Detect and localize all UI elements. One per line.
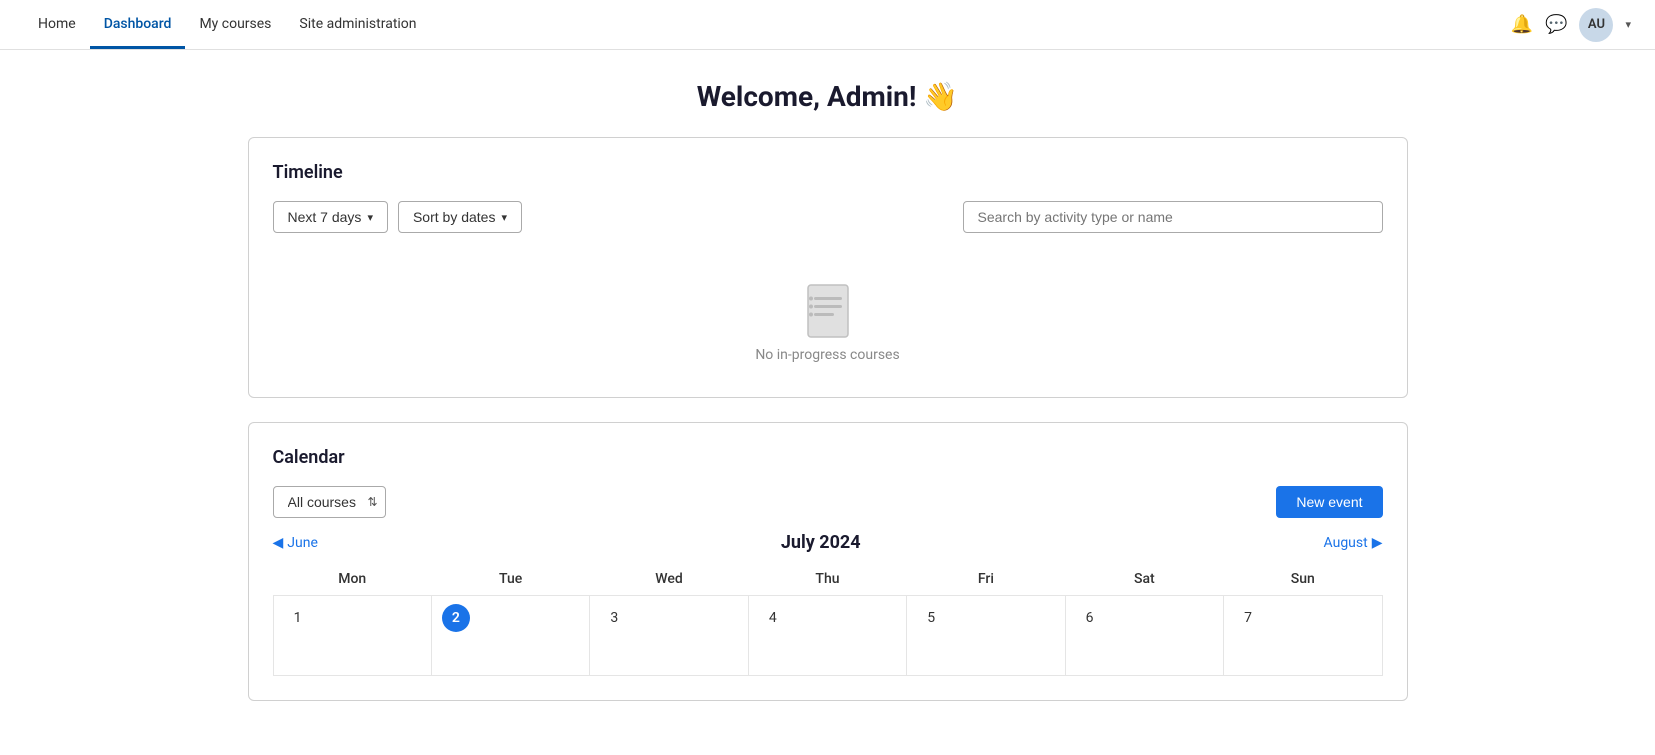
nav-right: 🔔 💬 AU ▾ (1511, 8, 1631, 42)
cal-day-header: Mon (273, 563, 431, 596)
cal-day-header: Fri (907, 563, 1065, 596)
main-content: Welcome, Admin! 👋 Timeline Next 7 days ▾… (228, 50, 1428, 755)
no-courses-area: No in-progress courses (273, 253, 1383, 373)
day-number: 4 (759, 604, 787, 632)
new-event-button[interactable]: New event (1276, 486, 1382, 518)
avatar[interactable]: AU (1579, 8, 1613, 42)
calendar-nav: ◀ June July 2024 August ▶ (273, 532, 1383, 553)
filter-sort-label: Sort by dates (413, 209, 496, 225)
no-courses-text: No in-progress courses (755, 347, 899, 363)
next-arrow-icon: ▶ (1372, 535, 1383, 551)
filter-days-label: Next 7 days (288, 209, 362, 225)
calendar-day-cell[interactable]: 1 (273, 596, 431, 676)
calendar-title: Calendar (273, 447, 1383, 468)
cal-courses-select[interactable]: All courses (273, 486, 386, 518)
calendar-day-cell[interactable]: 2 (431, 596, 589, 676)
nav-home[interactable]: Home (24, 2, 90, 49)
timeline-search-input[interactable] (963, 201, 1383, 233)
next-month-link[interactable]: August ▶ (1324, 535, 1383, 551)
filter-days-button[interactable]: Next 7 days ▾ (273, 201, 388, 233)
day-number: 2 (442, 604, 470, 632)
timeline-title: Timeline (273, 162, 1383, 183)
prev-month-label: June (287, 535, 318, 551)
cal-day-header: Sat (1065, 563, 1223, 596)
filter-days-caret-icon: ▾ (367, 211, 373, 224)
filter-sort-button[interactable]: Sort by dates ▾ (398, 201, 522, 233)
current-month-label: July 2024 (318, 532, 1324, 553)
prev-month-link[interactable]: ◀ June (273, 535, 318, 551)
cal-day-header: Sun (1224, 563, 1382, 596)
day-number: 7 (1234, 604, 1262, 632)
calendar-header-row: MonTueWedThuFriSatSun (273, 563, 1382, 596)
calendar-day-cell[interactable]: 4 (748, 596, 906, 676)
calendar-panel: Calendar All courses New event ◀ June Ju… (248, 422, 1408, 701)
cal-day-header: Thu (748, 563, 906, 596)
calendar-week-row: 1 2 3 4 5 6 7 (273, 596, 1382, 676)
calendar-grid: MonTueWedThuFriSatSun 1 2 3 4 5 6 7 (273, 563, 1383, 676)
nav-bar: Home Dashboard My courses Site administr… (0, 0, 1655, 50)
filter-sort-caret-icon: ▾ (501, 211, 507, 224)
day-number: 1 (284, 604, 312, 632)
cal-day-header: Tue (431, 563, 589, 596)
day-number: 3 (600, 604, 628, 632)
nav-site-admin[interactable]: Site administration (285, 2, 430, 49)
welcome-title: Welcome, Admin! 👋 (248, 80, 1408, 113)
prev-arrow-icon: ◀ (273, 535, 284, 551)
timeline-filters: Next 7 days ▾ Sort by dates ▾ (273, 201, 1383, 233)
cal-day-header: Wed (590, 563, 748, 596)
messages-icon[interactable]: 💬 (1545, 14, 1567, 35)
nav-dashboard[interactable]: Dashboard (90, 2, 186, 49)
notifications-icon[interactable]: 🔔 (1511, 14, 1533, 35)
avatar-caret-icon[interactable]: ▾ (1625, 18, 1631, 31)
day-number: 6 (1076, 604, 1104, 632)
timeline-panel: Timeline Next 7 days ▾ Sort by dates ▾ (248, 137, 1408, 398)
nav-links: Home Dashboard My courses Site administr… (24, 2, 1511, 48)
calendar-body: 1 2 3 4 5 6 7 (273, 596, 1382, 676)
nav-my-courses[interactable]: My courses (185, 2, 285, 49)
day-number: 5 (917, 604, 945, 632)
calendar-day-cell[interactable]: 7 (1224, 596, 1382, 676)
calendar-filters: All courses New event (273, 486, 1383, 518)
calendar-day-cell[interactable]: 5 (907, 596, 1065, 676)
next-month-label: August (1324, 535, 1368, 551)
calendar-day-cell[interactable]: 3 (590, 596, 748, 676)
cal-courses-select-wrap: All courses (273, 486, 386, 518)
calendar-day-cell[interactable]: 6 (1065, 596, 1223, 676)
no-courses-icon (800, 283, 856, 347)
